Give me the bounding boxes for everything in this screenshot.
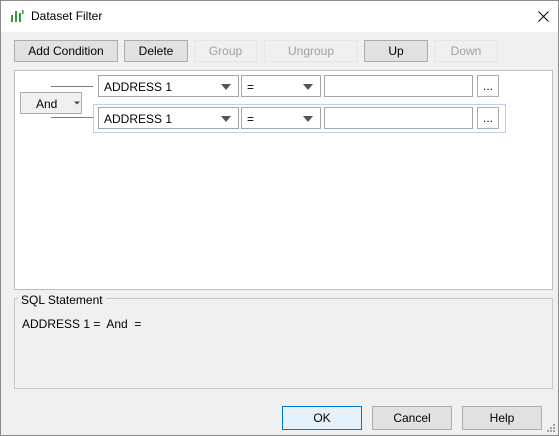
down-button[interactable]: Down	[434, 40, 498, 62]
dataset-filter-dialog: Dataset Filter Add Condition Delete Grou…	[0, 0, 559, 436]
add-condition-button[interactable]: Add Condition	[14, 40, 118, 62]
chart-bars-icon	[11, 10, 24, 22]
condition-value-input[interactable]	[324, 107, 473, 129]
dropdown-arrow-icon	[303, 84, 313, 90]
field-value: ADDRESS 1	[104, 112, 173, 126]
title-bar: Dataset Filter	[1, 1, 558, 32]
operator-value: =	[247, 112, 255, 126]
dropdown-arrow-icon	[221, 84, 231, 90]
connector-line-bottom	[51, 117, 93, 118]
window-title: Dataset Filter	[31, 9, 103, 23]
close-icon	[537, 10, 549, 22]
sql-statement-text: ADDRESS 1 = And =	[22, 317, 142, 331]
connector-line-top	[51, 86, 93, 87]
dropdown-arrow-icon	[221, 116, 231, 122]
group-button[interactable]: Group	[194, 40, 257, 62]
conditions-panel: And ADDRESS 1 = ... ADDRESS 1 = ...	[14, 70, 553, 290]
logic-operator-label: And	[36, 97, 58, 111]
cancel-button[interactable]: Cancel	[372, 406, 452, 430]
value-picker-button[interactable]: ...	[477, 107, 499, 129]
condition-field-select[interactable]: ADDRESS 1	[98, 107, 239, 129]
up-button[interactable]: Up	[364, 40, 428, 62]
condition-value-input[interactable]	[324, 75, 473, 97]
operator-value: =	[247, 80, 255, 94]
dropdown-arrow-icon	[303, 116, 313, 122]
delete-button[interactable]: Delete	[124, 40, 188, 62]
condition-field-select[interactable]: ADDRESS 1	[98, 75, 239, 97]
logic-operator-dropdown[interactable]: And	[20, 92, 82, 114]
resize-grip-icon[interactable]	[546, 423, 556, 433]
sql-statement-legend: SQL Statement	[18, 293, 106, 307]
field-value: ADDRESS 1	[104, 80, 173, 94]
value-picker-button[interactable]: ...	[477, 75, 499, 97]
condition-operator-select[interactable]: =	[241, 107, 321, 129]
ungroup-button[interactable]: Ungroup	[264, 40, 358, 62]
chevron-down-icon	[74, 101, 80, 105]
ok-button[interactable]: OK	[282, 406, 362, 430]
help-button[interactable]: Help	[462, 406, 542, 430]
close-button[interactable]	[528, 1, 558, 31]
condition-operator-select[interactable]: =	[241, 75, 321, 97]
sql-statement-group: SQL Statement ADDRESS 1 = And =	[14, 293, 553, 389]
